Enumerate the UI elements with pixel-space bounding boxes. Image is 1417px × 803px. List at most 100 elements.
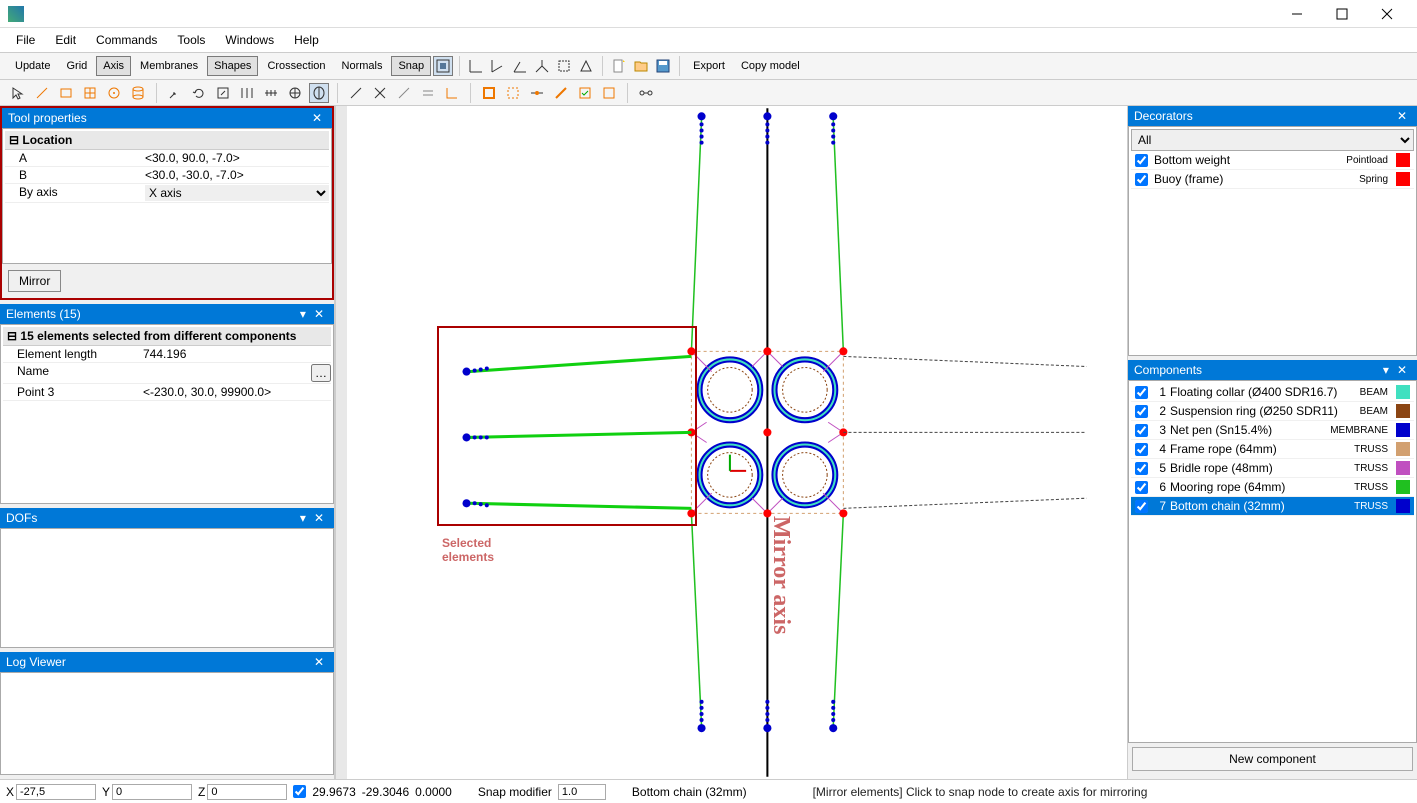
close-icon[interactable]: ✕ — [310, 511, 328, 525]
menu-edit[interactable]: Edit — [47, 31, 84, 49]
tool-line-orange-icon[interactable] — [551, 83, 571, 103]
comp-num: 1 — [1154, 385, 1166, 399]
tool-check-box-icon[interactable] — [575, 83, 595, 103]
tool-scale-icon[interactable] — [213, 83, 233, 103]
tool-box-orange-icon[interactable] — [479, 83, 499, 103]
tool-circle-array-icon[interactable] — [285, 83, 305, 103]
menu-windows[interactable]: Windows — [217, 31, 282, 49]
minimize-icon[interactable]: ▾ — [1379, 363, 1393, 377]
elem-p3-val[interactable]: <-230.0, 30.0, 99900.0> — [143, 385, 331, 399]
canvas[interactable]: Selectedelements Mirror axis — [347, 106, 1127, 779]
tool-outline-box-icon[interactable] — [599, 83, 619, 103]
tool-corner-icon[interactable] — [442, 83, 462, 103]
tool-slash-icon[interactable] — [394, 83, 414, 103]
tb-snap[interactable]: Snap — [391, 56, 431, 76]
status-check[interactable] — [293, 785, 306, 798]
tb-normals[interactable]: Normals — [335, 56, 390, 76]
component-row[interactable]: 3 Net pen (Sn15.4%) MEMBRANE — [1131, 421, 1414, 440]
component-row[interactable]: 7 Bottom chain (32mm) TRUSS — [1131, 497, 1414, 516]
tool-cross-icon[interactable] — [370, 83, 390, 103]
by-axis-select[interactable]: X axis — [145, 185, 329, 201]
tool-connection-icon[interactable] — [636, 83, 656, 103]
tb-update[interactable]: Update — [8, 56, 57, 76]
tool-rotate-icon[interactable] — [189, 83, 209, 103]
tb-axis-3d-icon[interactable] — [532, 56, 552, 76]
tb-copy-model[interactable]: Copy model — [734, 56, 807, 76]
tool-circle-icon[interactable] — [104, 83, 124, 103]
tool-rect-icon[interactable] — [56, 83, 76, 103]
elem-name-val[interactable] — [143, 364, 311, 382]
tb-axis-xy-icon[interactable] — [466, 56, 486, 76]
close-icon[interactable]: ✕ — [310, 307, 328, 321]
tb-open-file-icon[interactable] — [631, 56, 651, 76]
minimize-button[interactable] — [1274, 0, 1319, 28]
comp-check[interactable] — [1135, 500, 1148, 513]
menu-commands[interactable]: Commands — [88, 31, 165, 49]
component-row[interactable]: 4 Frame rope (64mm) TRUSS — [1131, 440, 1414, 459]
comp-check[interactable] — [1135, 405, 1148, 418]
minimize-icon[interactable]: ▾ — [296, 511, 310, 525]
comp-check[interactable] — [1135, 424, 1148, 437]
elem-len-val[interactable]: 744.196 — [143, 347, 331, 361]
tb-save-file-icon[interactable] — [653, 56, 673, 76]
dec-check-buoy[interactable] — [1135, 173, 1148, 186]
component-row[interactable]: 1 Floating collar (Ø400 SDR16.7) BEAM — [1131, 383, 1414, 402]
tool-align-icon[interactable] — [237, 83, 257, 103]
minimize-icon[interactable]: ▾ — [296, 307, 310, 321]
vertical-scrollbar[interactable] — [335, 106, 347, 779]
tb-shapes[interactable]: Shapes — [207, 56, 258, 76]
tb-axis[interactable]: Axis — [96, 56, 131, 76]
elem-p3-key: Point 3 — [3, 385, 143, 399]
close-button[interactable] — [1364, 0, 1409, 28]
maximize-button[interactable] — [1319, 0, 1364, 28]
status-z-input[interactable] — [207, 784, 287, 800]
menu-file[interactable]: File — [8, 31, 43, 49]
dec-check-bw[interactable] — [1135, 154, 1148, 167]
tb-grid[interactable]: Grid — [59, 56, 94, 76]
new-component-button[interactable]: New component — [1132, 747, 1413, 771]
tb-new-file-icon[interactable] — [609, 56, 629, 76]
close-icon[interactable]: ✕ — [1393, 363, 1411, 377]
tool-point-icon[interactable] — [527, 83, 547, 103]
tb-axis-yz-icon[interactable] — [510, 56, 530, 76]
close-icon[interactable]: ✕ — [310, 655, 328, 669]
tool-line-icon[interactable] — [32, 83, 52, 103]
component-row[interactable]: 2 Suspension ring (Ø250 SDR11) BEAM — [1131, 402, 1414, 421]
tb-view-mode-icon[interactable] — [433, 56, 453, 76]
close-icon[interactable]: ✕ — [308, 111, 326, 125]
tb-crossection[interactable]: Crossection — [260, 56, 332, 76]
menu-tools[interactable]: Tools — [169, 31, 213, 49]
status-y-input[interactable] — [112, 784, 192, 800]
tb-membranes[interactable]: Membranes — [133, 56, 205, 76]
close-icon[interactable]: ✕ — [1393, 109, 1411, 123]
tool-move-icon[interactable] — [165, 83, 185, 103]
tool-cylinder-icon[interactable] — [128, 83, 148, 103]
tool-grid-icon[interactable] — [80, 83, 100, 103]
menu-help[interactable]: Help — [286, 31, 327, 49]
comp-check[interactable] — [1135, 462, 1148, 475]
mirror-button[interactable]: Mirror — [8, 270, 61, 292]
tool-array-icon[interactable] — [261, 83, 281, 103]
ellipsis-button[interactable]: … — [311, 364, 331, 382]
tool-mirror-icon[interactable] — [309, 83, 329, 103]
tool-select-icon[interactable] — [8, 83, 28, 103]
tool-hbar-icon[interactable] — [418, 83, 438, 103]
comp-check[interactable] — [1135, 443, 1148, 456]
tb-export[interactable]: Export — [686, 56, 732, 76]
tool-edge-icon[interactable] — [346, 83, 366, 103]
component-row[interactable]: 5 Bridle rope (48mm) TRUSS — [1131, 459, 1414, 478]
tool-box-dash-icon[interactable] — [503, 83, 523, 103]
prop-val-b[interactable]: <30.0, -30.0, -7.0> — [145, 168, 329, 182]
decorators-filter[interactable]: All — [1131, 129, 1414, 151]
comp-check[interactable] — [1135, 481, 1148, 494]
comp-check[interactable] — [1135, 386, 1148, 399]
tb-selection-box-icon[interactable] — [554, 56, 574, 76]
tool-properties-panel: Tool properties ✕ ⊟ Location A<30.0, 90.… — [0, 106, 334, 300]
tb-perspective-icon[interactable] — [576, 56, 596, 76]
component-row[interactable]: 6 Mooring rope (64mm) TRUSS — [1131, 478, 1414, 497]
status-x-input[interactable] — [16, 784, 96, 800]
prop-key-a: A — [5, 151, 145, 165]
tb-axis-xz-icon[interactable] — [488, 56, 508, 76]
prop-val-a[interactable]: <30.0, 90.0, -7.0> — [145, 151, 329, 165]
snap-input[interactable] — [558, 784, 606, 800]
